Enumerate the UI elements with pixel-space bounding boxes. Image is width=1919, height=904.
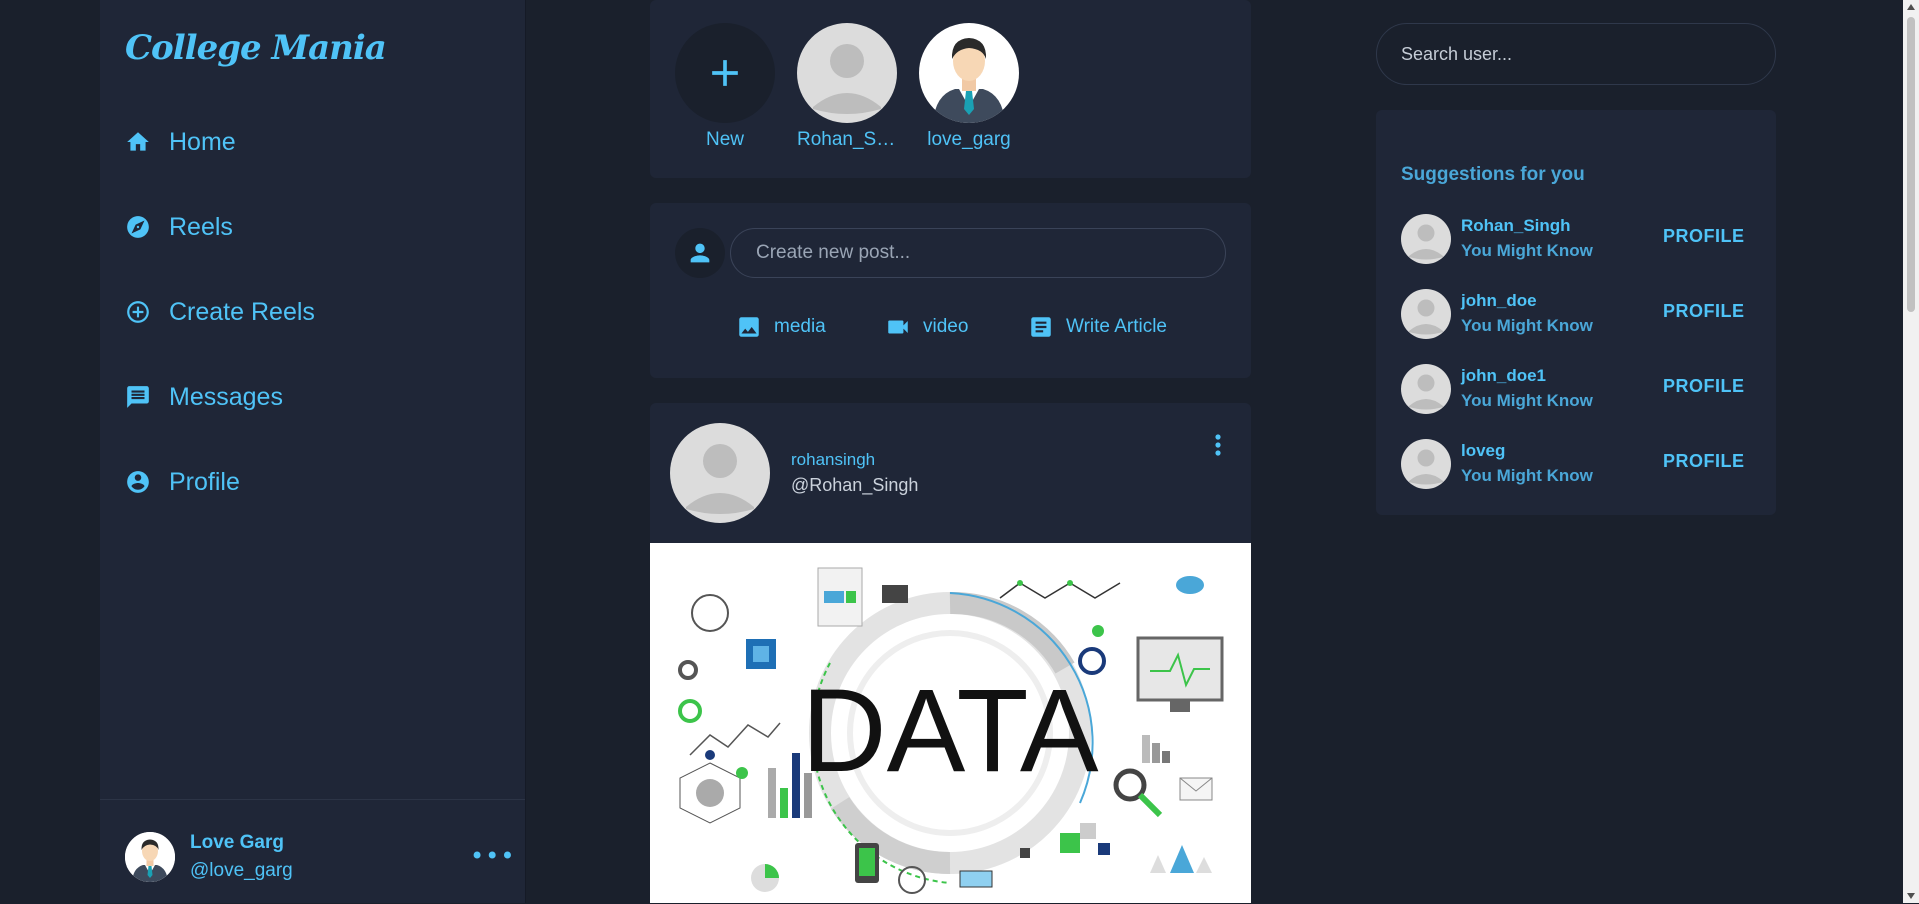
- compass-icon: [127, 216, 149, 238]
- current-user-card: Love Garg @love_garg •••: [100, 799, 525, 904]
- post-author-name[interactable]: rohansingh: [791, 450, 875, 470]
- post-image[interactable]: DATA: [650, 543, 1251, 903]
- more-vert-icon[interactable]: [1210, 432, 1226, 458]
- video-label: video: [923, 316, 969, 337]
- scroll-down-arrow[interactable]: [1907, 893, 1915, 899]
- suggestion-item: loveg You Might Know PROFILE: [1401, 439, 1761, 491]
- nav-label: Create Reels: [169, 297, 315, 326]
- write-article-label: Write Article: [1066, 316, 1168, 337]
- message-icon: [127, 386, 149, 408]
- nav-item-profile[interactable]: Profile: [125, 462, 240, 502]
- businessman-avatar-icon: [919, 23, 1019, 123]
- create-post-card: media video Write Article: [650, 203, 1251, 378]
- videocam-icon: [888, 320, 908, 334]
- current-user-name: Love Garg: [190, 832, 284, 853]
- scroll-up-arrow[interactable]: [1907, 4, 1915, 10]
- post-author-avatar[interactable]: [670, 423, 770, 523]
- default-avatar-icon: [670, 423, 770, 523]
- add-circle-icon: [127, 301, 149, 323]
- story-label: New: [705, 129, 744, 150]
- profile-button[interactable]: PROFILE: [1663, 376, 1745, 397]
- nav-label: Profile: [169, 467, 240, 496]
- nav-item-home[interactable]: Home: [125, 122, 236, 162]
- story-rohan-singh[interactable]: Rohan_Sin...: [797, 23, 897, 151]
- post-card: rohansingh @Rohan_Singh DATA: [650, 403, 1251, 903]
- nav-item-reels[interactable]: Reels: [125, 207, 233, 247]
- story-love-garg[interactable]: love_garg: [919, 23, 1019, 151]
- image-icon: [739, 317, 759, 337]
- create-post-avatar: [675, 228, 725, 278]
- story-avatar: [919, 23, 1019, 123]
- suggestion-avatar[interactable]: [1401, 364, 1451, 414]
- default-avatar-icon: [797, 23, 897, 123]
- suggestion-subtitle: You Might Know: [1461, 316, 1593, 335]
- nav-label: Reels: [169, 212, 233, 241]
- profile-button[interactable]: PROFILE: [1663, 301, 1745, 322]
- suggestions-title: Suggestions for you: [1401, 164, 1585, 185]
- suggestion-name[interactable]: Rohan_Singh: [1461, 216, 1571, 236]
- nav-label: Home: [169, 127, 236, 156]
- current-user-avatar[interactable]: [125, 832, 175, 882]
- page-scrollbar[interactable]: [1903, 0, 1919, 903]
- suggestion-item: Rohan_Singh You Might Know PROFILE: [1401, 214, 1761, 266]
- suggestion-avatar[interactable]: [1401, 214, 1451, 264]
- suggestions-panel: Suggestions for you Rohan_Singh You Migh…: [1376, 110, 1776, 515]
- story-label: love_garg: [927, 129, 1011, 150]
- current-user-handle: @love_garg: [190, 860, 293, 881]
- story-avatar: [797, 23, 897, 123]
- video-button[interactable]: video: [885, 314, 968, 340]
- story-avatar: [675, 23, 775, 123]
- media-button[interactable]: media: [736, 314, 826, 340]
- suggestion-subtitle: You Might Know: [1461, 466, 1593, 485]
- story-new[interactable]: New: [675, 23, 775, 151]
- media-label: media: [774, 316, 826, 337]
- suggestion-subtitle: You Might Know: [1461, 241, 1593, 260]
- article-icon: [1031, 317, 1051, 337]
- data-illustration: DATA: [678, 567, 1224, 894]
- suggestion-avatar[interactable]: [1401, 439, 1451, 489]
- suggestion-item: john_doe You Might Know PROFILE: [1401, 289, 1761, 341]
- suggestion-name[interactable]: john_doe1: [1461, 366, 1546, 386]
- app-logo[interactable]: College Mania: [125, 28, 387, 68]
- create-post-input[interactable]: [730, 228, 1226, 278]
- data-label: DATA: [801, 665, 1098, 797]
- scroll-thumb[interactable]: [1907, 17, 1915, 312]
- default-avatar-icon: [1401, 214, 1451, 264]
- suggestion-item: john_doe1 You Might Know PROFILE: [1401, 364, 1761, 416]
- nav-label: Messages: [169, 382, 283, 411]
- search-user-input[interactable]: [1376, 23, 1776, 85]
- write-article-button[interactable]: Write Article: [1028, 314, 1167, 340]
- home-icon: [127, 132, 149, 151]
- person-icon: [690, 243, 710, 263]
- profile-button[interactable]: PROFILE: [1663, 451, 1745, 472]
- profile-button[interactable]: PROFILE: [1663, 226, 1745, 247]
- story-label: Rohan_Sin...: [797, 129, 897, 150]
- nav-item-messages[interactable]: Messages: [125, 377, 283, 417]
- suggestion-avatar[interactable]: [1401, 289, 1451, 339]
- stories-bar: New Rohan_Sin... love_garg: [650, 0, 1251, 178]
- nav-item-create-reels[interactable]: Create Reels: [125, 292, 315, 332]
- default-avatar-icon: [1401, 439, 1451, 489]
- sidebar: College Mania Home Reels Create Reels Me…: [100, 0, 526, 903]
- plus-icon: [712, 60, 738, 86]
- post-author-handle: @Rohan_Singh: [791, 475, 919, 495]
- suggestion-subtitle: You Might Know: [1461, 391, 1593, 410]
- account-circle-icon: [127, 471, 149, 493]
- default-avatar-icon: [1401, 289, 1451, 339]
- more-options-button[interactable]: •••: [470, 842, 515, 870]
- default-avatar-icon: [1401, 364, 1451, 414]
- businessman-avatar-icon: [125, 832, 175, 882]
- suggestion-name[interactable]: loveg: [1461, 441, 1505, 461]
- suggestion-name[interactable]: john_doe: [1461, 291, 1537, 311]
